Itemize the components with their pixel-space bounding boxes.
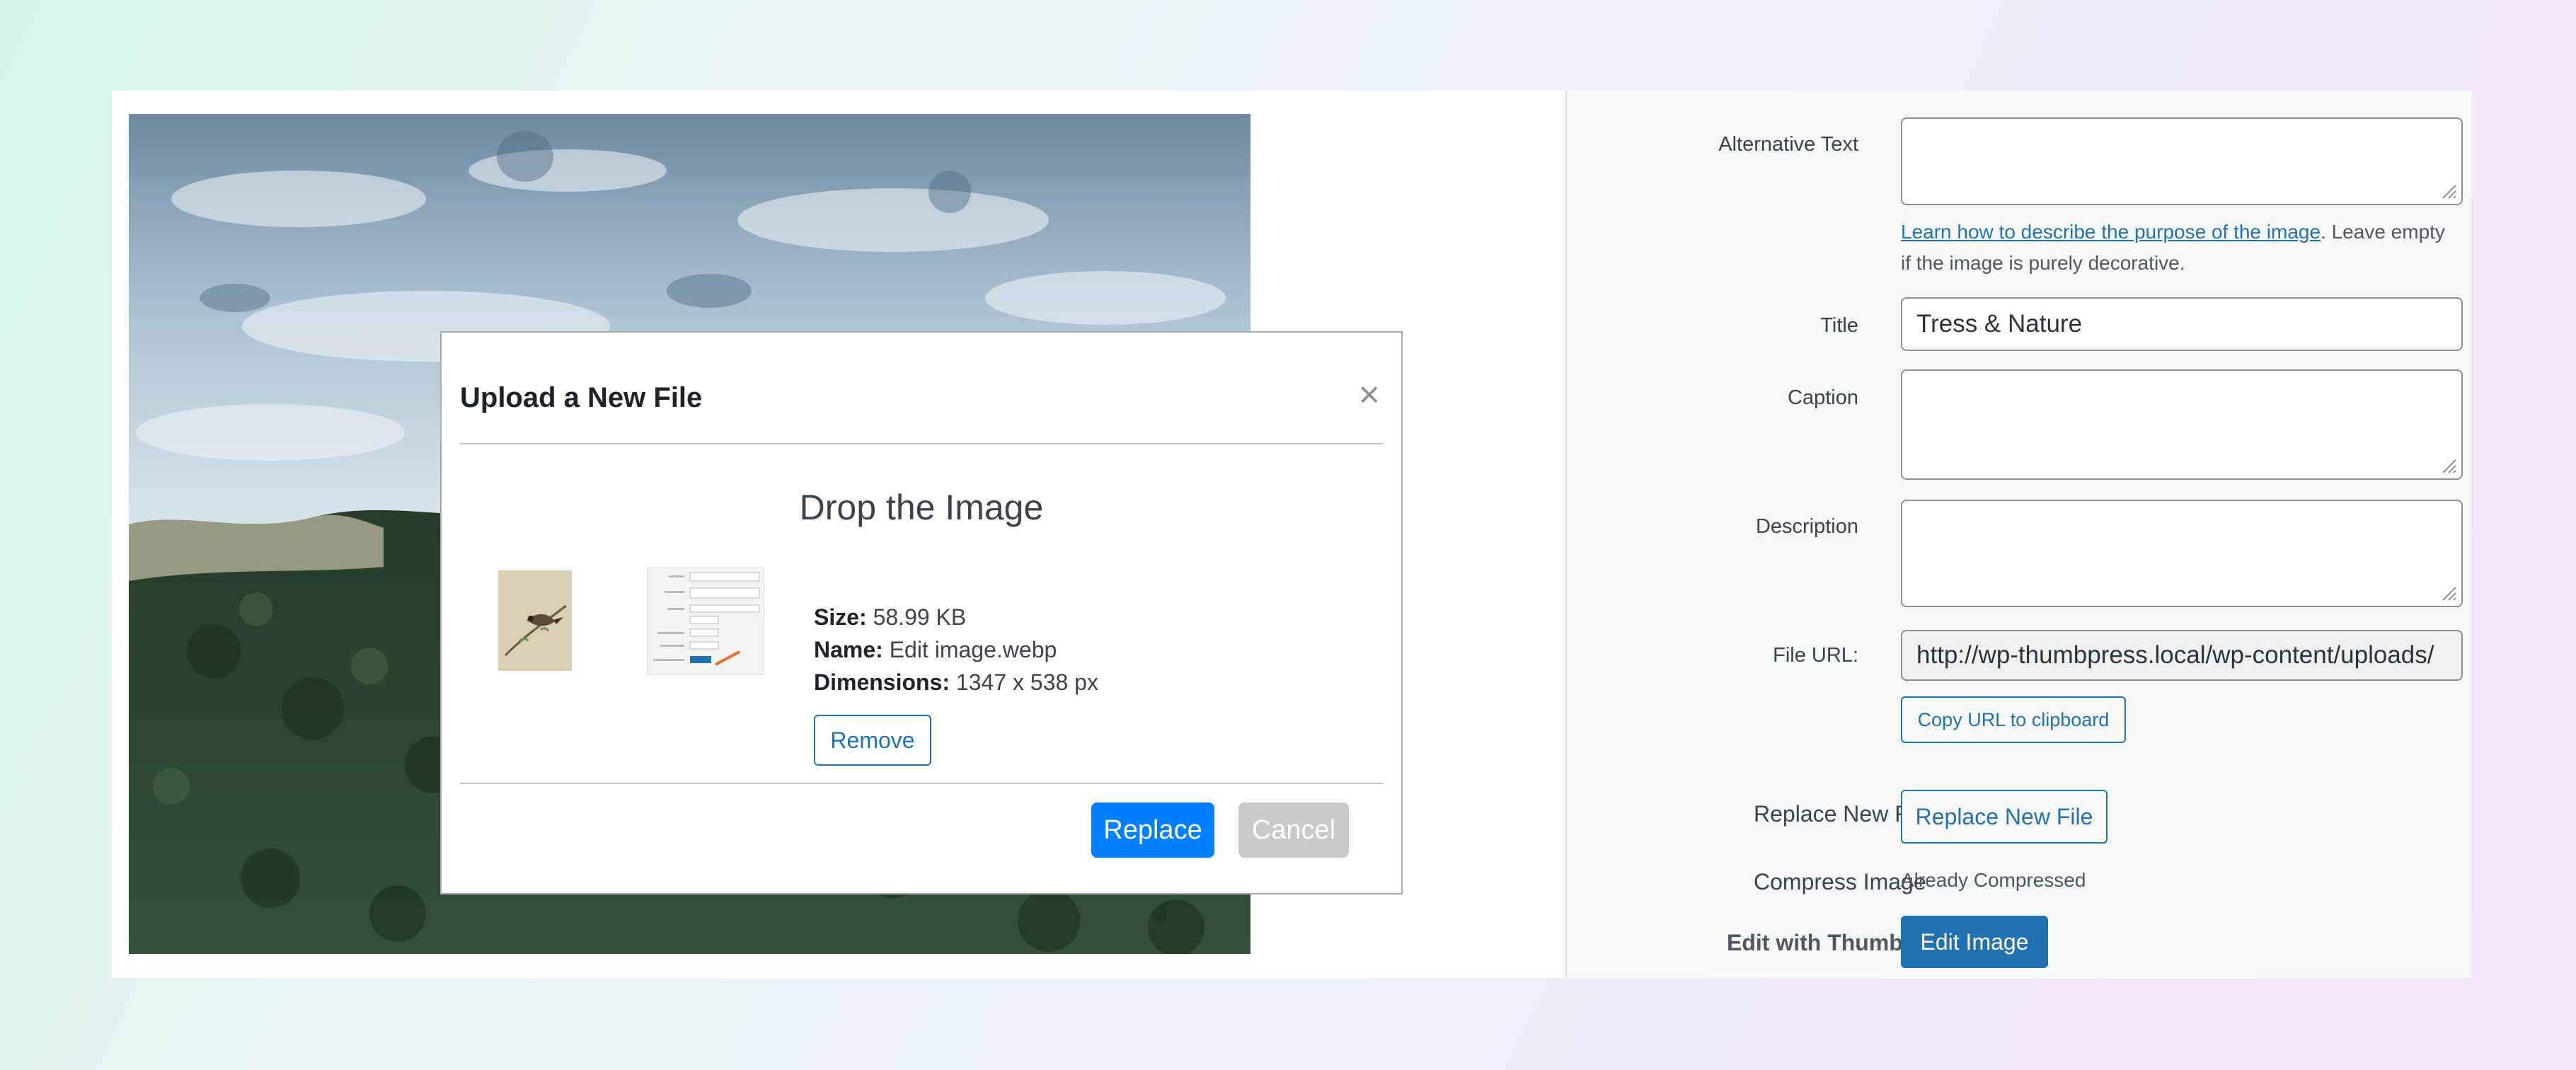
resize-grip-icon[interactable] <box>2439 456 2457 474</box>
screenshot-thumbnail <box>647 568 764 675</box>
bird-thumbnail <box>498 570 572 671</box>
replace-button[interactable]: Replace <box>1091 802 1214 858</box>
compress-status: Already Compressed <box>1901 869 2086 891</box>
upload-new-file-modal: Upload a New File × Drop the Image Size:… <box>440 331 1403 894</box>
remove-button[interactable]: Remove <box>814 715 931 766</box>
caption-label: Caption <box>1788 386 1858 409</box>
modal-header-divider <box>460 443 1383 444</box>
copy-url-button[interactable]: Copy URL to clipboard <box>1901 696 2126 743</box>
title-input[interactable]: Tress & Nature <box>1901 297 2463 351</box>
edit-image-button[interactable]: Edit Image <box>1901 916 2048 968</box>
drop-zone-text[interactable]: Drop the Image <box>442 487 1401 528</box>
file-size: Size: 58.99 KB <box>814 604 967 630</box>
file-url-input[interactable]: http://wp-thumbpress.local/wp-content/up… <box>1901 630 2463 681</box>
replace-new-file-button[interactable]: Replace New File <box>1901 790 2108 844</box>
modal-footer-divider <box>460 783 1383 784</box>
alt-text-input[interactable] <box>1901 117 2463 205</box>
alt-text-help-link[interactable]: Learn how to describe the purpose of the… <box>1901 221 2321 243</box>
file-name: Name: Edit image.webp <box>814 637 1057 662</box>
alt-text-help: Learn how to describe the purpose of the… <box>1901 221 2445 274</box>
modal-title: Upload a New File <box>460 382 703 413</box>
description-input[interactable] <box>1901 500 2463 607</box>
cancel-button[interactable]: Cancel <box>1238 802 1349 858</box>
resize-grip-icon[interactable] <box>2439 181 2457 200</box>
attachment-details-panel: Alternative Text Learn how to describe t… <box>1565 91 2471 978</box>
media-edit-screen: Alternative Text Learn how to describe t… <box>112 91 2471 978</box>
title-label: Title <box>1820 314 1858 337</box>
file-url-label: File URL: <box>1773 644 1858 667</box>
caption-input[interactable] <box>1901 369 2463 480</box>
description-label: Description <box>1755 515 1858 538</box>
close-icon[interactable]: × <box>1359 374 1380 416</box>
resize-grip-icon[interactable] <box>2439 583 2457 602</box>
file-dimensions: Dimensions: 1347 x 538 px <box>814 669 1098 695</box>
alt-text-label: Alternative Text <box>1718 133 1858 156</box>
